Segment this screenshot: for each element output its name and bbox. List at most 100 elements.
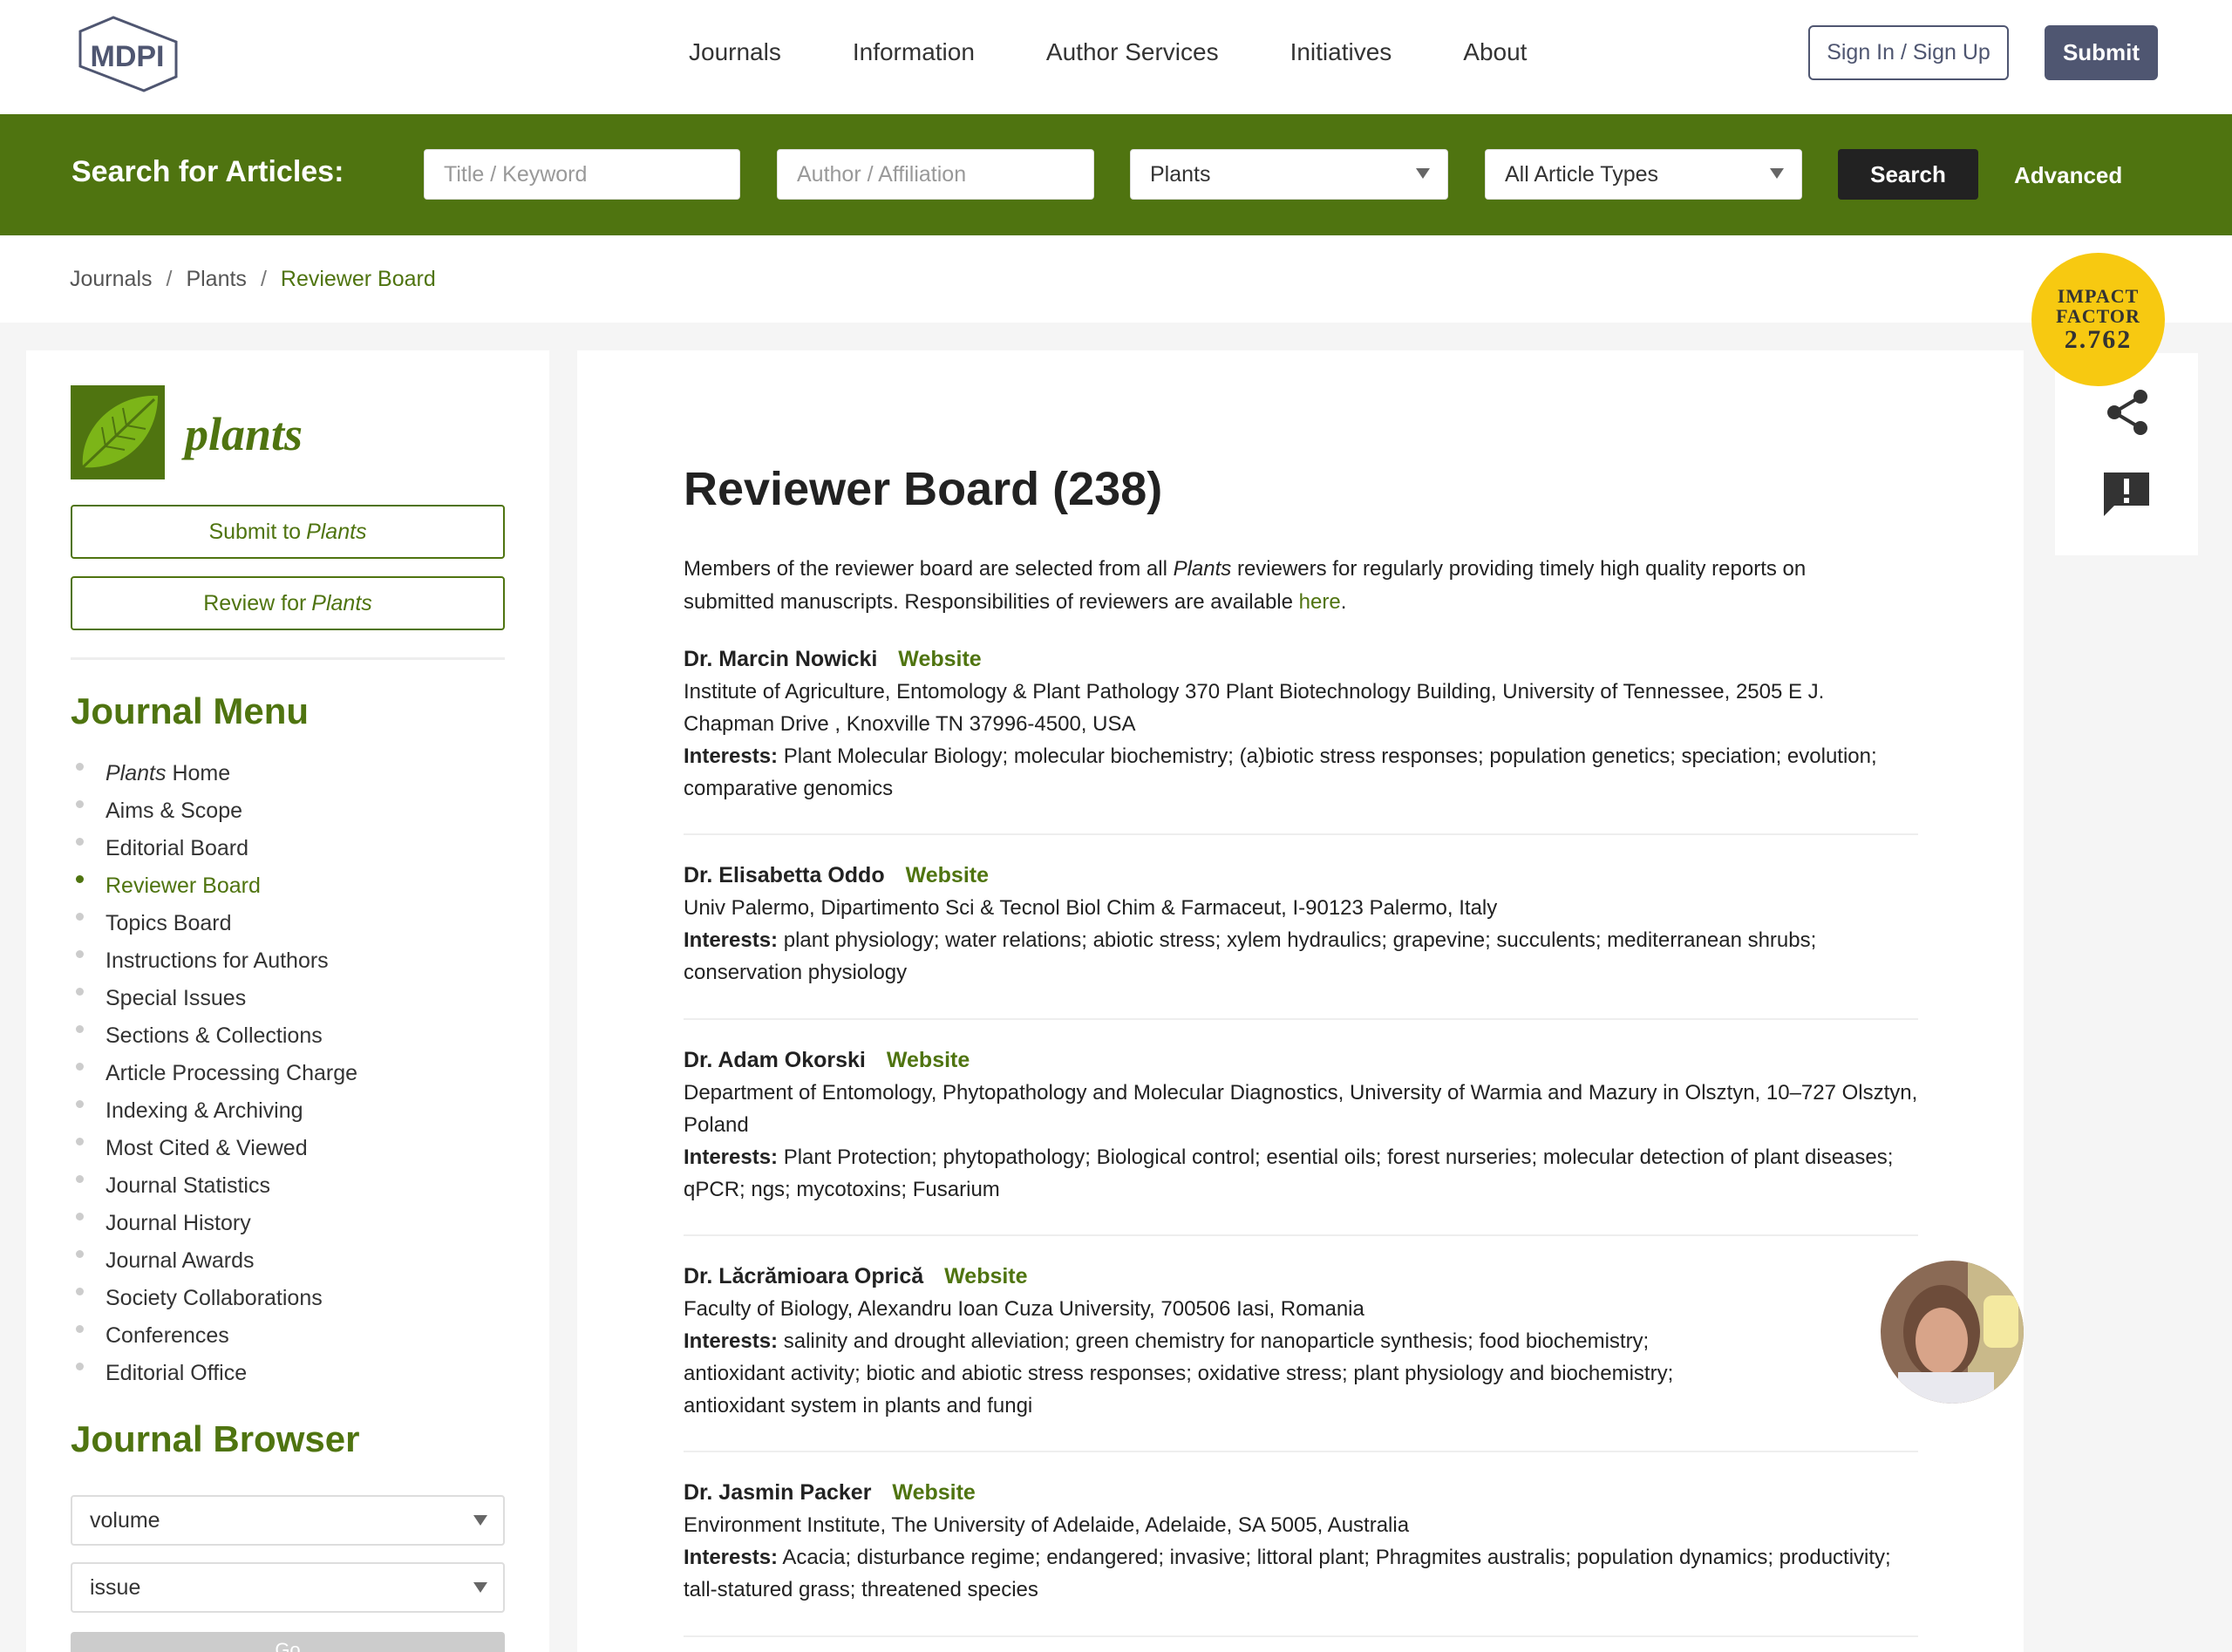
menu-home-rest: Home [172,761,231,785]
main-content: Reviewer Board (238) Members of the revi… [577,350,2024,1652]
chevron-down-icon [473,1515,487,1526]
feedback-icon[interactable] [2102,471,2151,518]
submit-to-journal-button[interactable]: Submit to Plants [71,505,505,559]
nav-initiatives[interactable]: Initiatives [1290,38,1392,66]
menu-item-indexing[interactable]: Indexing & Archiving [71,1092,357,1130]
review-for-journal-button[interactable]: Review for Plants [71,576,505,630]
reviewer-affiliation: Univ Palermo, Dipartimento Sci & Tecnol … [684,896,1498,920]
reviewer-avatar [1881,1261,2024,1404]
nav-about[interactable]: About [1463,38,1527,66]
search-button[interactable]: Search [1838,149,1978,200]
nav-information[interactable]: Information [853,38,975,66]
menu-item-topics-board[interactable]: Topics Board [71,905,357,942]
impact-label-2: FACTOR [2056,304,2140,327]
menu-item-aims-scope[interactable]: Aims & Scope [71,792,357,830]
divider [684,1018,1918,1020]
reviewer-interests: Interests: salinity and drought alleviat… [684,1329,1674,1417]
volume-select-value: volume [90,1507,160,1533]
nav-journals[interactable]: Journals [689,38,781,66]
journal-italic: Plants [306,519,367,544]
reviewer-entry: Dr. Lăcrămioara Oprică Website Faculty of… [684,1261,2024,1452]
volume-select[interactable]: volume [71,1495,505,1546]
breadcrumb: Journals / Plants / Reviewer Board [70,267,436,291]
divider [684,1451,1918,1452]
article-type-value: All Article Types [1505,161,1659,187]
menu-item-editorial-office[interactable]: Editorial Office [71,1355,357,1392]
sidebar: plants Submit to Plants Review for Plants … [26,350,549,1652]
journal-browser-title: Journal Browser [71,1418,360,1459]
sign-in-button[interactable]: Sign In / Sign Up [1808,25,2009,80]
menu-item-most-cited[interactable]: Most Cited & Viewed [71,1130,357,1167]
reviewer-entry: Dr. Adam Okorski Website Department of En… [684,1044,1918,1236]
menu-item-reviewer-board[interactable]: Reviewer Board [71,867,357,905]
reviewer-interests: Interests: plant physiology; water relat… [684,928,1817,984]
responsibilities-link[interactable]: here [1299,590,1341,614]
chevron-down-icon [1770,168,1784,179]
reviewer-entry: Dr. Jasmin Packer Website Environment Ins… [684,1477,1918,1637]
issue-select-value: issue [90,1574,141,1600]
menu-item-sections[interactable]: Sections & Collections [71,1017,357,1055]
journal-menu-title: Journal Menu [71,690,310,731]
title-keyword-input[interactable]: Title / Keyword [424,149,740,200]
divider [71,657,505,660]
journal-name[interactable]: plants [185,407,303,461]
reviewer-interests: Interests: Plant Molecular Biology; mole… [684,744,1877,800]
issue-select[interactable]: issue [71,1562,505,1613]
impact-value: 2.762 [2064,324,2133,354]
chevron-down-icon [473,1582,487,1593]
reviewer-website-link[interactable]: Website [898,647,981,671]
reviewer-website-link[interactable]: Website [944,1264,1027,1288]
menu-item-special-issues[interactable]: Special Issues [71,980,357,1017]
reviewer-website-link[interactable]: Website [892,1480,975,1505]
search-label: Search for Articles: [71,155,344,188]
page-title: Reviewer Board (238) [684,463,1163,515]
breadcrumb-current[interactable]: Reviewer Board [281,267,436,291]
menu-item-awards[interactable]: Journal Awards [71,1242,357,1280]
advanced-search-link[interactable]: Advanced [2014,162,2122,189]
breadcrumb-plants[interactable]: Plants [186,267,246,291]
reviewer-name: Dr. Jasmin Packer [684,1480,872,1505]
reviewer-name: Dr. Elisabetta Oddo [684,863,885,887]
reviewer-affiliation: Faculty of Biology, Alexandru Ioan Cuza … [684,1297,1364,1321]
go-button[interactable]: Go [71,1632,505,1652]
reviewer-website-link[interactable]: Website [887,1048,970,1072]
menu-item-history[interactable]: Journal History [71,1205,357,1242]
menu-item-editorial-board[interactable]: Editorial Board [71,830,357,867]
search-bar: Search for Articles: Title / Keyword Aut… [0,114,2232,235]
reviewer-interests: Interests: Acacia; disturbance regime; e… [684,1546,1891,1601]
menu-item-society[interactable]: Society Collaborations [71,1280,357,1317]
menu-item-home[interactable]: Plants Home [71,755,357,792]
menu-item-instructions[interactable]: Instructions for Authors [71,942,357,980]
main-nav: Journals Information Author Services Ini… [689,38,1598,66]
menu-item-statistics[interactable]: Journal Statistics [71,1167,357,1205]
journal-italic: Plants [311,590,372,615]
review-for-label: Review for [203,590,307,615]
reviewer-affiliation: Environment Institute, The University of… [684,1513,1410,1537]
mdpi-logo[interactable]: MDPI [70,16,187,92]
floating-actions [2055,353,2198,555]
reviewer-affiliation: Department of Entomology, Phytopathology… [684,1081,1918,1137]
reviewer-website-link[interactable]: Website [906,863,989,887]
impact-factor-badge[interactable]: IMPACT FACTOR 2.762 [2031,253,2165,386]
divider [684,1635,1918,1637]
breadcrumb-band: Journals / Plants / Reviewer Board [0,235,2232,323]
breadcrumb-journals[interactable]: Journals [70,267,153,291]
reviewer-entry: Dr. Elisabetta Oddo Website Univ Palermo,… [684,860,1918,1020]
reviewer-affiliation: Institute of Agriculture, Entomology & P… [684,680,1825,736]
share-icon[interactable] [2104,388,2153,437]
reviewer-entry: Dr. Marcin Nowicki Website Institute of A… [684,643,1918,835]
menu-item-apc[interactable]: Article Processing Charge [71,1055,357,1092]
submit-to-label: Submit to [208,519,302,544]
author-affiliation-input[interactable]: Author / Affiliation [777,149,1094,200]
nav-author-services[interactable]: Author Services [1046,38,1219,66]
leaf-icon[interactable] [71,385,165,479]
menu-home-italic: Plants [105,761,167,785]
journal-select[interactable]: Plants [1130,149,1448,200]
chevron-down-icon [1416,168,1430,179]
submit-button[interactable]: Submit [2045,25,2158,80]
intro-text: Members of the reviewer board are select… [684,557,1807,614]
journal-menu: Plants Home Aims & Scope Editorial Board… [71,755,357,1392]
menu-item-conferences[interactable]: Conferences [71,1317,357,1355]
article-type-select[interactable]: All Article Types [1485,149,1802,200]
reviewer-name: Dr. Marcin Nowicki [684,647,878,671]
